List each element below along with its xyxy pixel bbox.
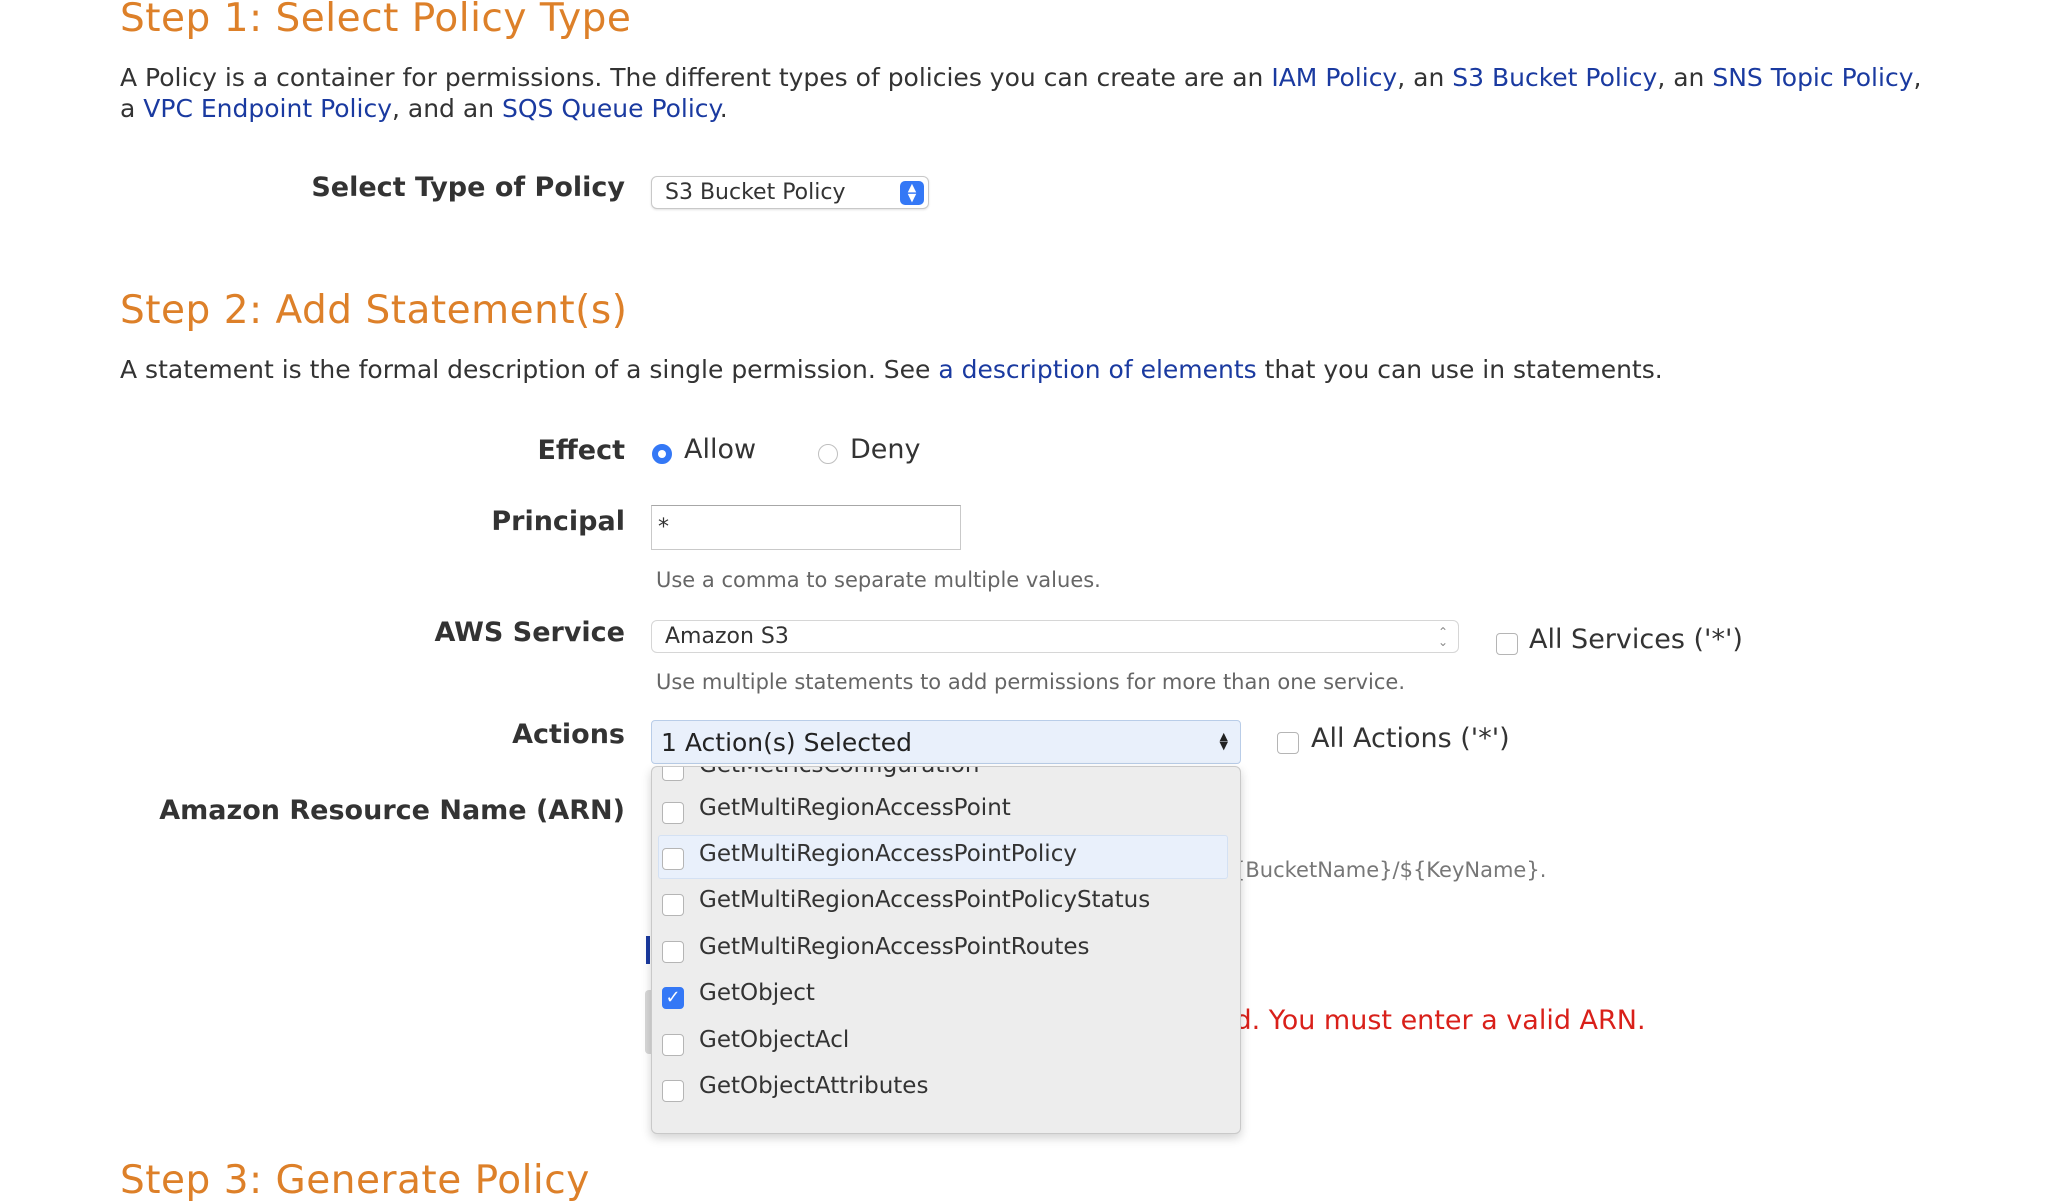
action-option-checkbox[interactable] (662, 987, 684, 1009)
arn-hint-partial: {BucketName}/${KeyName}. (1232, 858, 1547, 882)
policy-type-label: Select Type of Policy (311, 172, 625, 203)
step1-desc-sep: , and an (392, 94, 502, 123)
step3-heading: Step 3: Generate Policy (120, 1158, 590, 1203)
step1-desc-text: a (120, 94, 144, 123)
actions-select-value: 1 Action(s) Selected (661, 728, 913, 757)
step1-description-line2: a VPC Endpoint Policy, and an SQS Queue … (120, 93, 728, 124)
elements-description-link[interactable]: a description of elements (938, 355, 1256, 384)
aws-service-hint: Use multiple statements to add permissio… (656, 670, 1405, 694)
action-option-checkbox[interactable] (662, 941, 684, 963)
arn-error-message: id. You must enter a valid ARN. (1227, 1005, 1646, 1036)
principal-input[interactable]: * (651, 505, 961, 550)
iam-policy-link[interactable]: IAM Policy (1271, 63, 1397, 92)
select-stepper-icon: ▲ ▼ (900, 181, 924, 205)
all-actions-checkbox[interactable] (1277, 732, 1299, 754)
action-option-checkbox[interactable] (662, 1034, 684, 1056)
actions-dropdown-list[interactable]: GetMetricsConfiguration GetMultiRegionAc… (651, 766, 1241, 1134)
action-option-label: GetMultiRegionAccessPoint (699, 795, 1011, 821)
hidden-link-fragment (646, 936, 650, 964)
action-option[interactable]: GetMetricsConfiguration (652, 767, 1240, 790)
principal-hint: Use a comma to separate multiple values. (656, 568, 1101, 592)
action-option-checkbox[interactable] (662, 767, 684, 781)
step1-desc-text: A Policy is a container for permissions.… (120, 63, 1272, 92)
all-services-checkbox[interactable] (1496, 633, 1518, 655)
action-option-label: GetMetricsConfiguration (699, 767, 979, 778)
actions-stepper-icon: ▲ ▼ (1219, 730, 1228, 752)
action-option-checkbox[interactable] (662, 1080, 684, 1102)
action-option-label: GetMultiRegionAccessPointRoutes (699, 934, 1090, 960)
action-option-label: GetObjectAcl (699, 1027, 850, 1053)
policy-type-select[interactable]: S3 Bucket Policy ▲ ▼ (651, 176, 929, 209)
action-option-label: GetObjectAttributes (699, 1073, 929, 1099)
all-actions-label[interactable]: All Actions ('*') (1311, 723, 1510, 754)
action-option[interactable]: GetObject (652, 974, 1240, 1018)
actions-select[interactable]: 1 Action(s) Selected ▲ ▼ (651, 720, 1241, 764)
action-option-label: GetMultiRegionAccessPointPolicyStatus (699, 887, 1151, 913)
step1-desc-sep: . (719, 94, 728, 123)
principal-label: Principal (491, 506, 625, 537)
action-option-label: GetMultiRegionAccessPointPolicy (699, 841, 1077, 867)
aws-service-select[interactable]: Amazon S3 ⌃ ⌄ (651, 620, 1459, 653)
select-stepper-icon: ⌃ ⌄ (1437, 625, 1448, 649)
action-option[interactable]: GetMultiRegionAccessPointPolicy (652, 835, 1240, 879)
policy-type-value: S3 Bucket Policy (665, 180, 846, 205)
step2-desc-text: A statement is the formal description of… (120, 355, 939, 384)
step2-desc-text: that you can use in statements. (1256, 355, 1663, 384)
action-option[interactable]: GetMultiRegionAccessPoint (652, 789, 1240, 833)
s3-bucket-policy-link[interactable]: S3 Bucket Policy (1452, 63, 1657, 92)
step2-description: A statement is the formal description of… (120, 354, 1663, 385)
sns-topic-policy-link[interactable]: SNS Topic Policy (1712, 63, 1913, 92)
step1-desc-sep: , (1913, 63, 1922, 92)
effect-deny-label[interactable]: Deny (850, 434, 921, 465)
effect-label: Effect (537, 435, 625, 466)
action-option-checkbox[interactable] (662, 848, 684, 870)
action-option-checkbox[interactable] (662, 802, 684, 824)
action-option-label: GetObject (699, 980, 815, 1006)
step1-heading: Step 1: Select Policy Type (120, 0, 632, 41)
action-option[interactable]: GetObjectAcl (652, 1021, 1240, 1065)
effect-allow-radio[interactable] (652, 444, 672, 464)
sqs-queue-policy-link[interactable]: SQS Queue Policy (502, 94, 720, 123)
effect-deny-radio[interactable] (818, 444, 838, 464)
effect-allow-label[interactable]: Allow (684, 434, 756, 465)
actions-label: Actions (512, 719, 625, 750)
action-option[interactable]: GetMultiRegionAccessPointRoutes (652, 928, 1240, 972)
aws-service-label: AWS Service (434, 617, 625, 648)
step1-description-line1: A Policy is a container for permissions.… (120, 62, 1921, 93)
all-services-label[interactable]: All Services ('*') (1529, 624, 1743, 655)
action-option-checkbox[interactable] (662, 894, 684, 916)
principal-value: * (658, 515, 669, 540)
aws-service-value: Amazon S3 (665, 624, 789, 649)
step1-desc-sep: , an (1397, 63, 1453, 92)
step1-desc-sep: , an (1657, 63, 1713, 92)
step2-heading: Step 2: Add Statement(s) (120, 288, 628, 333)
action-option[interactable]: GetObjectAttributes (652, 1067, 1240, 1111)
arn-label: Amazon Resource Name (ARN) (159, 795, 625, 826)
action-option[interactable]: GetMultiRegionAccessPointPolicyStatus (652, 881, 1240, 925)
vpc-endpoint-policy-link[interactable]: VPC Endpoint Policy (143, 94, 392, 123)
